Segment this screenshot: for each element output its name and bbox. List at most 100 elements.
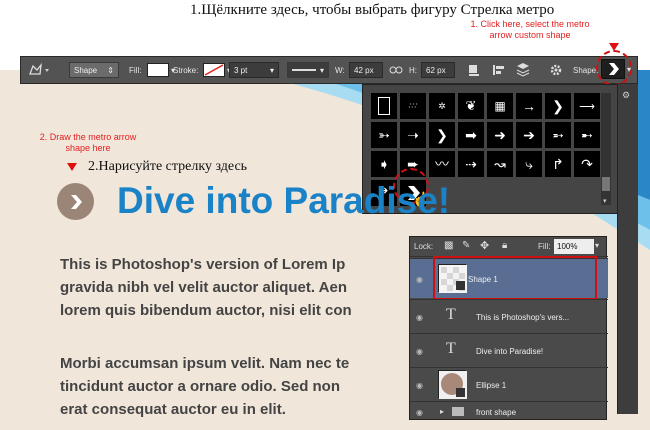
instruction-step1-en: 1. Click here, select the metro arrow cu… xyxy=(470,19,590,40)
layer-row-text-1[interactable]: ◉ T This is Photoshop's vers... xyxy=(410,299,608,333)
page-title: Dive into Paradise! xyxy=(117,180,451,221)
arrow-wave-icon[interactable]: 〰 xyxy=(429,151,455,177)
settings-icon[interactable]: ⚙ xyxy=(622,90,630,101)
arrow-long-icon[interactable]: ➝ xyxy=(400,122,426,148)
arrow-block-icon[interactable]: ➡ xyxy=(458,122,484,148)
chevron-right-icon xyxy=(70,194,82,209)
ornament-icon[interactable]: ❦ xyxy=(458,93,484,119)
lock-pixels-icon[interactable]: ▩ xyxy=(444,240,453,251)
pointer-arrow-2 xyxy=(67,163,77,171)
arrow-fancy-icon[interactable]: ➸ xyxy=(574,122,600,148)
metro-arrow-badge xyxy=(57,183,94,220)
options-toolbar: Shape⇕ Fill: ▾ Stroke: ▾ 3 pt▾ ▾ W: 42 p… xyxy=(20,56,638,84)
shape-list-scrollbar[interactable] xyxy=(601,93,611,205)
chevron-updown-icon: ⇕ xyxy=(107,65,114,75)
layers-lock-bar: Lock: ▩ ✎ ✥ 🔒︎ Fill: 100% ▾ xyxy=(410,237,608,257)
arrow-curve-up-icon[interactable]: ↱ xyxy=(545,151,571,177)
path-operations-icon[interactable] xyxy=(467,61,481,79)
text-layer-icon: T xyxy=(446,340,456,357)
instruction-step2-en: 2. Draw the metro arrow shape here xyxy=(39,132,137,153)
splatter-icon[interactable]: ✲ xyxy=(429,93,455,119)
brush-icon[interactable]: ✎ xyxy=(462,240,470,251)
chevron-bold-icon[interactable]: ❯ xyxy=(545,93,571,119)
mode-select-value: Shape xyxy=(74,65,98,75)
eye-icon[interactable]: ◉ xyxy=(416,381,426,390)
stroke-width-field[interactable]: 3 pt ▾ xyxy=(229,61,279,79)
arrow-curved-icon[interactable]: ⤷ xyxy=(516,151,542,177)
arrow-pentagon-icon[interactable]: ➧ xyxy=(371,151,397,177)
arrow-dash-icon[interactable]: ⟶ xyxy=(574,93,600,119)
layer-row-ellipse-1[interactable]: ◉ Ellipse 1 xyxy=(410,367,608,401)
eye-icon[interactable]: ◉ xyxy=(416,347,426,356)
chevron-down-icon: ▾ xyxy=(269,65,274,75)
highlight-selected-layer xyxy=(433,256,597,300)
no-stroke-icon xyxy=(203,63,225,77)
layer-thumbnail xyxy=(438,370,467,399)
width-label: W: xyxy=(335,65,345,75)
height-field[interactable]: 62 px xyxy=(421,61,455,79)
layer-row-text-2[interactable]: ◉ T Dive into Paradise! xyxy=(410,333,608,367)
fill-label: Fill: xyxy=(538,242,551,251)
arrow-tail-icon[interactable]: ➵ xyxy=(545,122,571,148)
arrow-dotted-icon[interactable]: ⇢ xyxy=(458,151,484,177)
expand-arrow-icon[interactable]: ▸ xyxy=(440,407,444,416)
arrow-return-icon[interactable]: ↷ xyxy=(574,151,600,177)
layers-panel: Lock: ▩ ✎ ✥ 🔒︎ Fill: 100% ▾ ◉ Shape 1 ◉ … xyxy=(409,236,608,421)
layer-fill-value: 100% xyxy=(557,242,578,251)
body-line: tincidunt auctor a ornare odio. Sed non xyxy=(60,378,341,395)
arrow-wide-icon[interactable]: ➔ xyxy=(516,122,542,148)
arrow-feather-icon[interactable]: ➳ xyxy=(371,122,397,148)
arrow-right-thin-icon[interactable]: → xyxy=(516,93,542,119)
side-panel-strip: ⚙ xyxy=(617,84,638,414)
layer-fill-field[interactable]: 100% xyxy=(554,239,594,254)
body-line: lorem quis bibendum auctor, nisi elit co… xyxy=(60,302,352,319)
stroke-type-select[interactable]: ▾ xyxy=(287,61,329,79)
lock-label: Lock: xyxy=(414,242,434,251)
highlight-circle-shape-picker xyxy=(596,50,632,86)
height-value: 62 px xyxy=(421,62,455,78)
instruction-step1-ru: 1.Щёлкните здесь, чтобы выбрать фигуру С… xyxy=(190,2,555,18)
layer-name: This is Photoshop's vers... xyxy=(476,313,570,322)
tool-preset-picker[interactable] xyxy=(27,61,51,79)
text-layer-icon: T xyxy=(446,306,456,323)
path-alignment-icon[interactable] xyxy=(491,61,507,79)
layer-name: Dive into Paradise! xyxy=(476,347,544,356)
body-line: gravida nibh vel velit auctor aliquet. A… xyxy=(60,279,348,296)
layer-row-group[interactable]: ◉ ▸ front shape xyxy=(410,401,608,421)
grunge-dots-icon[interactable]: ∴∵ xyxy=(400,93,426,119)
shape-label: Shape: xyxy=(573,65,599,75)
stroke-width-value: 3 pt xyxy=(234,65,248,75)
stroke-label: Stroke: xyxy=(173,65,199,75)
path-arrangement-icon[interactable] xyxy=(515,61,531,79)
width-value: 42 px xyxy=(349,62,383,78)
move-icon[interactable]: ✥ xyxy=(480,239,489,252)
body-line: erat consequat auctor eu in elit. xyxy=(60,401,286,418)
stroke-swatch[interactable]: ▾ xyxy=(203,61,231,79)
arrow-bold-icon[interactable]: ➜ xyxy=(487,122,513,148)
body-line: This is Photoshop's version of Lorem Ip xyxy=(60,256,346,273)
body-line: Morbi accumsan ipsum velit. Nam nec te xyxy=(60,355,350,372)
width-field[interactable]: 42 px xyxy=(349,61,383,79)
lock-icon[interactable]: 🔒︎ xyxy=(502,240,507,251)
fill-label: Fill: xyxy=(129,65,142,75)
height-label: H: xyxy=(409,65,417,75)
mode-select[interactable]: Shape ⇕ xyxy=(69,61,119,79)
instruction-step2-ru: 2.Нарисуйте стрелку здесь xyxy=(88,159,248,174)
fill-swatch[interactable]: ▾ xyxy=(147,61,175,79)
shape-tool-icon xyxy=(29,62,49,75)
arrow-sketch-icon[interactable]: ↝ xyxy=(487,151,513,177)
us-flag-icon[interactable]: ▦ xyxy=(487,93,513,119)
chevron-thin-icon[interactable]: ❯ xyxy=(429,122,455,148)
chevron-down-icon: ▾ xyxy=(319,65,324,75)
gear-icon[interactable] xyxy=(549,61,563,79)
layer-name: front shape xyxy=(476,408,517,417)
layer-name: Ellipse 1 xyxy=(476,381,507,390)
scroll-down-icon[interactable]: ▾ xyxy=(603,197,607,205)
chevron-down-icon[interactable]: ▾ xyxy=(595,241,599,250)
folder-icon xyxy=(452,407,464,416)
eye-icon[interactable]: ◉ xyxy=(416,313,426,322)
frame-shape-icon[interactable] xyxy=(371,93,397,119)
link-dimensions-icon[interactable] xyxy=(389,61,403,79)
eye-icon[interactable]: ◉ xyxy=(416,275,426,284)
eye-icon[interactable]: ◉ xyxy=(416,408,426,417)
